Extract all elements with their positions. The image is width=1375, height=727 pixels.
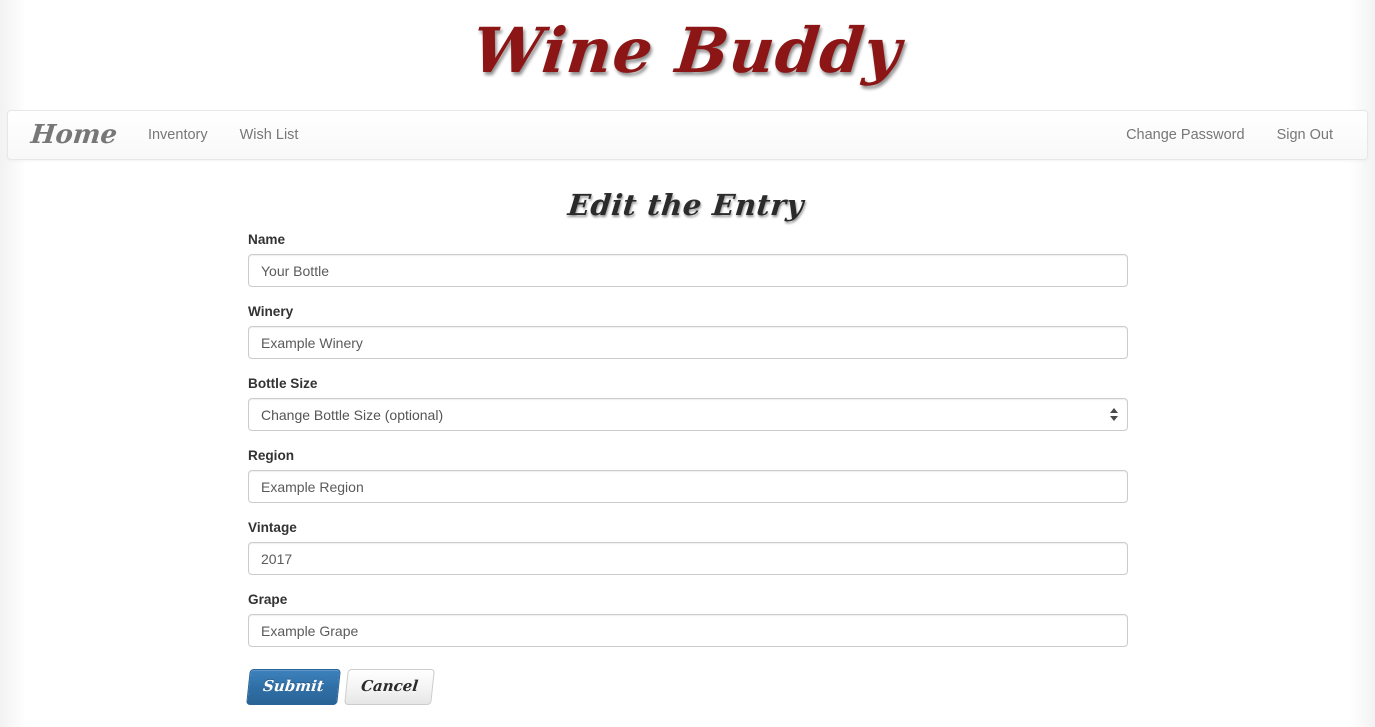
- label-name: Name: [248, 232, 286, 247]
- form-group-grape: Grape: [248, 590, 1128, 647]
- form-group-region: Region: [248, 446, 1128, 503]
- main-content: Edit the Entry Name Winery Bottle Size C…: [0, 160, 1375, 705]
- submit-button[interactable]: Submit: [246, 669, 341, 705]
- nav-home-brand[interactable]: Home: [20, 110, 134, 160]
- label-winery: Winery: [248, 304, 294, 319]
- nav-link-sign-out[interactable]: Sign Out: [1261, 110, 1349, 160]
- page-root: Wine Buddy Home Inventory Wish List Chan…: [0, 0, 1375, 727]
- cancel-button[interactable]: Cancel: [343, 669, 435, 705]
- main-navbar: Home Inventory Wish List Change Password…: [7, 110, 1368, 160]
- form-group-bottle-size: Bottle Size Change Bottle Size (optional…: [248, 374, 1128, 431]
- label-bottle-size: Bottle Size: [248, 376, 318, 391]
- nav-link-wish-list[interactable]: Wish List: [224, 110, 315, 160]
- label-grape: Grape: [248, 592, 288, 607]
- form-actions: Submit Cancel: [246, 669, 1128, 705]
- select-bottle-size[interactable]: Change Bottle Size (optional): [248, 398, 1128, 431]
- brand-title: Wine Buddy: [469, 14, 906, 87]
- input-vintage[interactable]: [248, 542, 1128, 575]
- navbar-right-group: Change Password Sign Out: [1110, 110, 1367, 160]
- label-vintage: Vintage: [248, 520, 297, 535]
- input-grape[interactable]: [248, 614, 1128, 647]
- input-winery[interactable]: [248, 326, 1128, 359]
- brand-header: Wine Buddy: [0, 0, 1375, 96]
- input-name[interactable]: [248, 254, 1128, 287]
- form-group-vintage: Vintage: [248, 518, 1128, 575]
- label-region: Region: [248, 448, 295, 463]
- navbar-left-group: Home Inventory Wish List: [8, 110, 314, 160]
- nav-link-change-password[interactable]: Change Password: [1110, 110, 1261, 160]
- select-wrapper-bottle-size: Change Bottle Size (optional): [248, 398, 1128, 431]
- form-group-winery: Winery: [248, 302, 1128, 359]
- edit-entry-form: Name Winery Bottle Size Change Bottle Si…: [246, 230, 1128, 705]
- form-group-name: Name: [248, 230, 1128, 287]
- page-title: Edit the Entry: [566, 188, 806, 222]
- nav-link-inventory[interactable]: Inventory: [132, 110, 224, 160]
- input-region[interactable]: [248, 470, 1128, 503]
